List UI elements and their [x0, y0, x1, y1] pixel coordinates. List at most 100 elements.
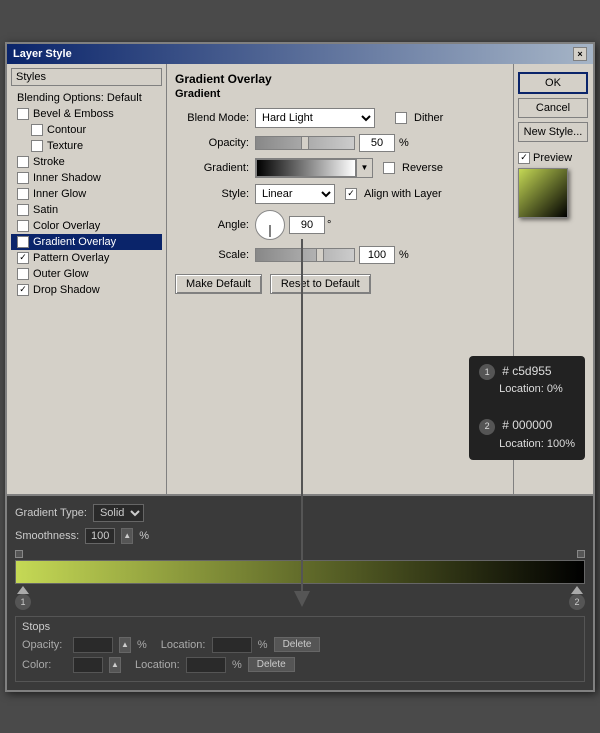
sidebar-checkbox-gradient-overlay[interactable]: [17, 236, 29, 248]
style-select[interactable]: Linear: [255, 184, 335, 204]
dither-label: Dither: [414, 112, 443, 124]
sidebar-checkbox-outer-glow[interactable]: [17, 268, 29, 280]
tooltip-number-1: 1: [479, 364, 495, 380]
gradient-bar-container: 1 2: [15, 550, 585, 610]
opacity-slider[interactable]: [255, 136, 355, 150]
sidebar-checkbox-drop-shadow[interactable]: [17, 284, 29, 296]
opacity-stop-right[interactable]: [577, 550, 585, 558]
sidebar-checkbox-color-overlay[interactable]: [17, 220, 29, 232]
scale-input[interactable]: [359, 246, 395, 264]
scale-slider[interactable]: [255, 248, 355, 262]
opacity-stop-input[interactable]: [73, 637, 113, 653]
sidebar-item-blending-options[interactable]: Blending Options: Default: [11, 90, 162, 106]
sidebar-item-inner-shadow[interactable]: Inner Shadow: [11, 170, 162, 186]
smoothness-arrow[interactable]: ▲: [121, 528, 133, 544]
sidebar-item-pattern-overlay[interactable]: Pattern Overlay: [11, 250, 162, 266]
opacity-stop-row: Opacity: ▲ % Location: % Delete: [22, 637, 578, 653]
sidebar-label-bevel-emboss: Bevel & Emboss: [33, 108, 114, 120]
color-stop-left-row: 1: [15, 594, 31, 610]
ok-button[interactable]: OK: [518, 72, 588, 94]
cancel-button[interactable]: Cancel: [518, 98, 588, 118]
sidebar-checkbox-inner-glow[interactable]: [17, 188, 29, 200]
sidebar-label-outer-glow: Outer Glow: [33, 268, 89, 280]
style-label: Style:: [175, 188, 255, 200]
color-stop-arrow[interactable]: ▲: [109, 657, 121, 673]
opacity-stop-arrow[interactable]: ▲: [119, 637, 131, 653]
color-location-label: Location:: [135, 659, 180, 671]
reverse-checkbox-row[interactable]: Reverse: [383, 162, 443, 174]
sidebar-item-texture[interactable]: Texture: [11, 138, 162, 154]
styles-label[interactable]: Styles: [11, 68, 162, 86]
sidebar-item-color-overlay[interactable]: Color Overlay: [11, 218, 162, 234]
gradient-dropdown-arrow[interactable]: ▼: [356, 159, 372, 177]
align-layer-checkbox[interactable]: [345, 188, 357, 200]
tooltip-stop1: 1 # c5d955 Location: 0%: [479, 362, 575, 399]
color-stop-input[interactable]: [73, 657, 103, 673]
angle-input[interactable]: [289, 216, 325, 234]
sidebar-label-contour: Contour: [47, 124, 86, 136]
sidebar-checkbox-bevel-emboss[interactable]: [17, 108, 29, 120]
dither-checkbox-row[interactable]: Dither: [395, 112, 443, 124]
new-style-button[interactable]: New Style...: [518, 122, 588, 142]
make-default-button[interactable]: Make Default: [175, 274, 262, 294]
angle-dial[interactable]: [255, 210, 285, 240]
sidebar-checkbox-inner-shadow[interactable]: [17, 172, 29, 184]
sidebar-item-bevel-emboss[interactable]: Bevel & Emboss: [11, 106, 162, 122]
close-button[interactable]: ×: [573, 47, 587, 61]
sidebar-checkbox-satin[interactable]: [17, 204, 29, 216]
dither-checkbox[interactable]: [395, 112, 407, 124]
gradient-dropdown[interactable]: ▼: [255, 158, 373, 178]
align-layer-row[interactable]: Align with Layer: [345, 188, 442, 200]
preview-box: [518, 168, 568, 218]
blend-mode-select[interactable]: Hard Light: [255, 108, 375, 128]
sidebar-item-gradient-overlay[interactable]: Gradient Overlay: [11, 234, 162, 250]
sidebar-checkbox-contour[interactable]: [31, 124, 43, 136]
color-stop-label: Color:: [22, 659, 67, 671]
scale-row: Scale: %: [175, 246, 505, 264]
reset-default-button[interactable]: Reset to Default: [270, 274, 371, 294]
buttons-row: Make Default Reset to Default: [175, 274, 505, 294]
preview-label: Preview: [533, 152, 572, 164]
color-location-input[interactable]: [186, 657, 226, 673]
color-stop-left-arrow: [17, 586, 29, 594]
gradient-editor: Gradient Type: Solid Smoothness: ▲ %: [7, 494, 593, 690]
sidebar-checkbox-texture[interactable]: [31, 140, 43, 152]
reverse-checkbox[interactable]: [383, 162, 395, 174]
sidebar-item-outer-glow[interactable]: Outer Glow: [11, 266, 162, 282]
scale-slider-container: %: [255, 246, 409, 264]
gradient-row: Gradient: ▼ Reverse: [175, 158, 505, 178]
right-panel: Gradient Overlay Gradient Blend Mode: Ha…: [167, 64, 513, 494]
stop-number-2[interactable]: 2: [569, 594, 585, 610]
color-delete-button[interactable]: Delete: [248, 657, 295, 672]
sidebar-item-satin[interactable]: Satin: [11, 202, 162, 218]
sidebar-item-contour[interactable]: Contour: [11, 122, 162, 138]
sidebar-label-texture: Texture: [47, 140, 83, 152]
opacity-stop-left[interactable]: [15, 550, 23, 558]
layer-style-dialog: Layer Style × Styles Blending Options: D…: [5, 42, 595, 692]
reverse-label: Reverse: [402, 162, 443, 174]
sidebar-item-drop-shadow[interactable]: Drop Shadow: [11, 282, 162, 298]
gradient-type-select[interactable]: Solid: [93, 504, 144, 522]
sidebar-label-drop-shadow: Drop Shadow: [33, 284, 100, 296]
opacity-location-input[interactable]: [212, 637, 252, 653]
left-panel: Styles Blending Options: Default Bevel & …: [7, 64, 167, 494]
opacity-location-label: Location:: [161, 639, 206, 651]
gradient-bar[interactable]: [15, 560, 585, 584]
preview-checkbox[interactable]: [518, 152, 530, 164]
tooltip-location-2: Location: 100%: [499, 438, 575, 450]
tooltip-stop2: 2 # 000000 Location: 100%: [479, 416, 575, 453]
opacity-input[interactable]: [359, 134, 395, 152]
opacity-delete-button[interactable]: Delete: [274, 637, 321, 652]
stop-number-1[interactable]: 1: [15, 594, 31, 610]
sidebar-item-stroke[interactable]: Stroke: [11, 154, 162, 170]
scale-unit: %: [399, 249, 409, 261]
gradient-preview[interactable]: [256, 159, 356, 177]
sidebar-checkbox-pattern-overlay[interactable]: [17, 252, 29, 264]
sidebar-checkbox-stroke[interactable]: [17, 156, 29, 168]
sidebar-item-inner-glow[interactable]: Inner Glow: [11, 186, 162, 202]
panel-title: Gradient Overlay: [175, 72, 505, 86]
tooltip-number-2: 2: [479, 419, 495, 435]
stops-section: Stops Opacity: ▲ % Location: % Delete Co…: [15, 616, 585, 682]
gradient-type-label: Gradient Type:: [15, 507, 87, 519]
smoothness-input[interactable]: [85, 528, 115, 544]
